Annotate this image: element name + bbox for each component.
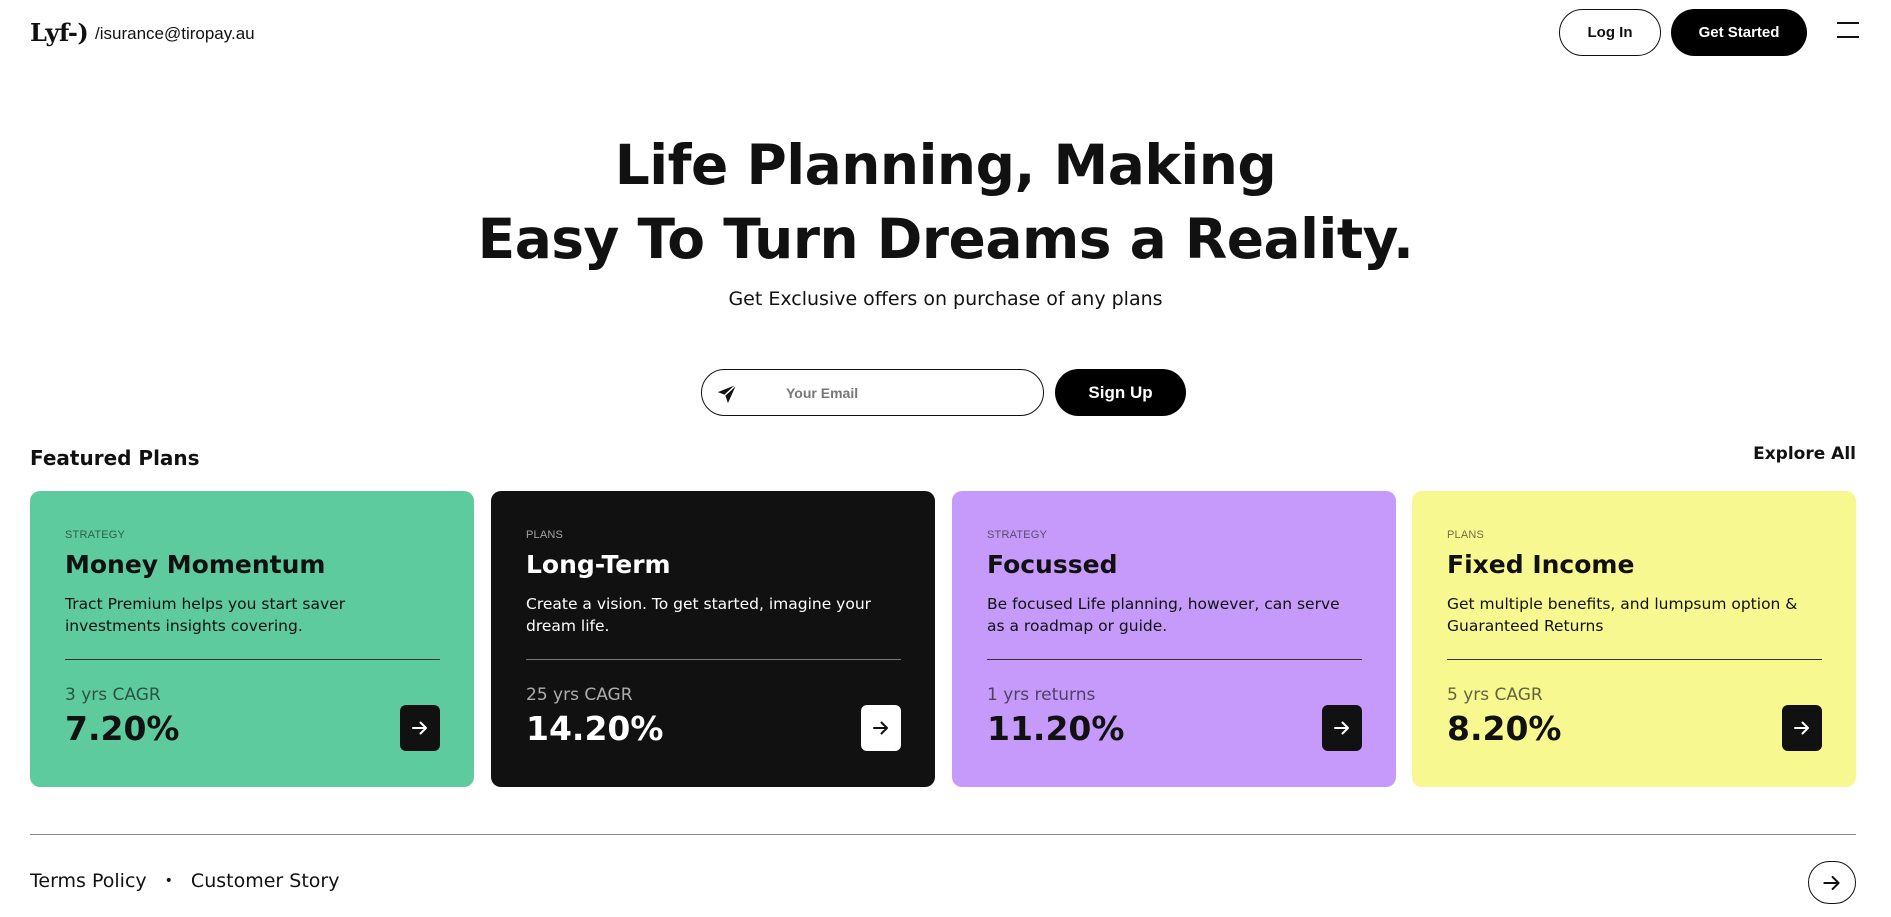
hero-title: Life Planning, Making Easy To Turn Dream…: [0, 128, 1891, 276]
hamburger-menu-icon[interactable]: [1837, 22, 1859, 40]
arrow-right-icon: [1334, 721, 1349, 735]
header: Lyf-) /isurance@tiropay.au Log In Get St…: [0, 0, 1891, 66]
plan-description: Get multiple benefits, and lumpsum optio…: [1447, 595, 1798, 635]
plan-description: Tract Premium helps you start saver inve…: [65, 595, 346, 635]
hero-subtitle: Get Exclusive offers on purchase of any …: [728, 288, 1163, 310]
explore-all-link[interactable]: Explore All: [1753, 444, 1856, 464]
plan-card-money-momentum[interactable]: STRATEGY Money Momentum Tract Premium he…: [30, 491, 474, 787]
divider: [1447, 659, 1822, 660]
email-field-wrapper[interactable]: [701, 369, 1044, 416]
logo[interactable]: Lyf-): [30, 18, 89, 47]
plan-metric-value: 14.20%: [526, 709, 664, 748]
divider: [987, 659, 1362, 660]
plan-name: Money Momentum: [65, 550, 326, 579]
hero-title-line-2: Easy To Turn Dreams a Reality.: [477, 207, 1414, 271]
plan-tag: STRATEGY: [987, 529, 1048, 541]
footer-next-button[interactable]: [1808, 861, 1856, 904]
header-email: /isurance@tiropay.au: [95, 24, 255, 43]
plan-card-long-term[interactable]: PLANS Long-Term Create a vision. To get …: [491, 491, 935, 787]
plan-card-fixed-income[interactable]: PLANS Fixed Income Get multiple benefits…: [1412, 491, 1856, 787]
get-started-button[interactable]: Get Started: [1671, 9, 1807, 56]
plan-tag: PLANS: [526, 529, 564, 541]
paper-plane-icon: [717, 384, 737, 404]
customer-story-link[interactable]: Customer Story: [191, 870, 340, 892]
plan-open-button[interactable]: [1782, 705, 1822, 751]
plan-open-button[interactable]: [400, 705, 440, 751]
footer-links: Terms Policy • Customer Story: [30, 870, 339, 892]
divider: [526, 659, 901, 660]
divider: [65, 659, 440, 660]
sign-up-button[interactable]: Sign Up: [1055, 369, 1186, 416]
featured-plans-heading: Featured Plans: [30, 446, 200, 470]
plan-open-button[interactable]: [1322, 705, 1362, 751]
plan-description: Be focused Life planning, however, can s…: [987, 595, 1340, 635]
footer-separator: •: [164, 873, 173, 889]
terms-policy-link[interactable]: Terms Policy: [30, 870, 147, 892]
email-input[interactable]: [786, 380, 1026, 406]
arrow-right-icon: [1794, 721, 1809, 735]
plan-name: Long-Term: [526, 550, 671, 579]
plan-name: Focussed: [987, 550, 1118, 579]
arrow-right-icon: [412, 721, 427, 735]
plan-metric-value: 11.20%: [987, 709, 1125, 748]
arrow-right-icon: [873, 721, 888, 735]
plan-name: Fixed Income: [1447, 550, 1635, 579]
plan-card-focussed[interactable]: STRATEGY Focussed Be focused Life planni…: [952, 491, 1396, 787]
login-button[interactable]: Log In: [1559, 9, 1661, 56]
plan-tag: PLANS: [1447, 529, 1485, 541]
plan-metric-label: 1 yrs returns: [987, 685, 1096, 705]
footer-divider: [30, 834, 1856, 835]
plan-tag: STRATEGY: [65, 529, 126, 541]
arrow-right-icon: [1823, 875, 1840, 890]
plan-metric-value: 8.20%: [1447, 709, 1562, 748]
plan-metric-label: 5 yrs CAGR: [1447, 685, 1543, 705]
plan-metric-label: 25 yrs CAGR: [526, 685, 633, 705]
signup-form: Sign Up: [701, 369, 1186, 416]
plan-metric-label: 3 yrs CAGR: [65, 685, 161, 705]
plan-metric-value: 7.20%: [65, 709, 180, 748]
hero-title-line-1: Life Planning, Making: [614, 133, 1277, 197]
plan-description: Create a vision. To get started, imagine…: [526, 595, 872, 635]
plan-open-button[interactable]: [861, 705, 901, 751]
